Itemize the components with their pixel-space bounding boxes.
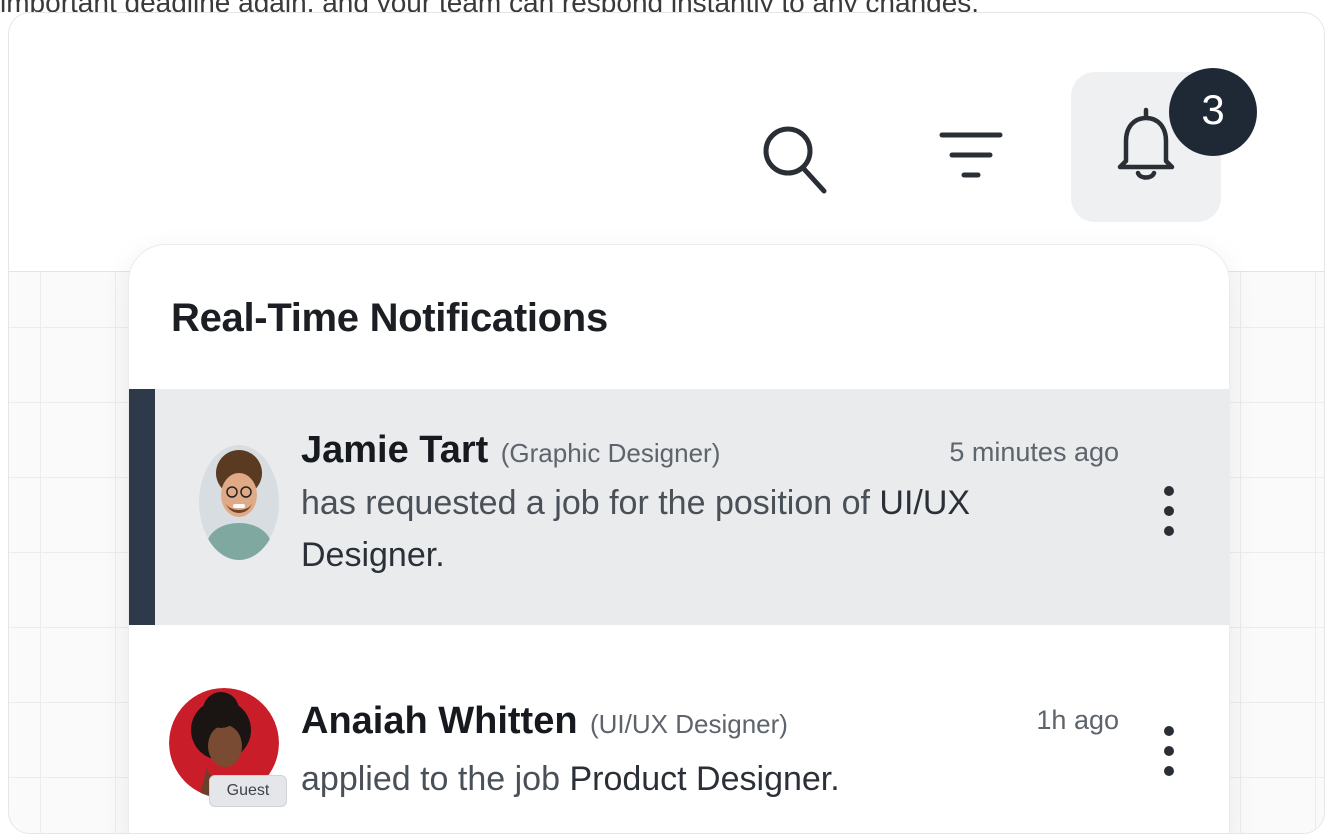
message-text: has requested a job for the position of (301, 484, 870, 522)
timestamp: 1h ago (1036, 705, 1119, 735)
notification-message: has requested a job for the position of … (301, 477, 1101, 581)
user-name[interactable]: Jamie Tart (301, 429, 488, 471)
message-text: applied to the job (301, 760, 560, 798)
notification-message: applied to the job Product Designer. (301, 753, 1101, 805)
notification-count-badge: 3 (1169, 68, 1257, 156)
filter-icon[interactable] (934, 123, 1014, 193)
panel-title: Real-Time Notifications (171, 296, 608, 340)
bell-icon (1117, 107, 1175, 180)
avatar (199, 445, 279, 560)
name-line: Anaiah Whitten (UI/UX Designer) (301, 700, 788, 743)
search-icon[interactable] (754, 119, 834, 199)
guest-badge: Guest (209, 775, 287, 807)
name-line: Jamie Tart (Graphic Designer) (301, 429, 720, 472)
notifications-panel: Real-Time Notifications Jamie Tart (Grap… (128, 244, 1230, 833)
user-name[interactable]: Anaiah Whitten (301, 700, 578, 742)
timestamp: 5 minutes ago (949, 437, 1119, 467)
app-frame: 3 Real-Time Notifications Jamie Tart (Gr… (8, 12, 1325, 834)
more-options-icon[interactable] (1157, 481, 1181, 541)
more-options-icon[interactable] (1157, 721, 1181, 781)
user-role: (UI/UX Designer) (590, 709, 788, 739)
active-indicator (129, 389, 155, 625)
message-emphasis[interactable]: Product Designer. (569, 760, 839, 798)
notification-item[interactable]: Jamie Tart (Graphic Designer) 5 minutes … (129, 389, 1229, 625)
user-role: (Graphic Designer) (500, 438, 721, 468)
